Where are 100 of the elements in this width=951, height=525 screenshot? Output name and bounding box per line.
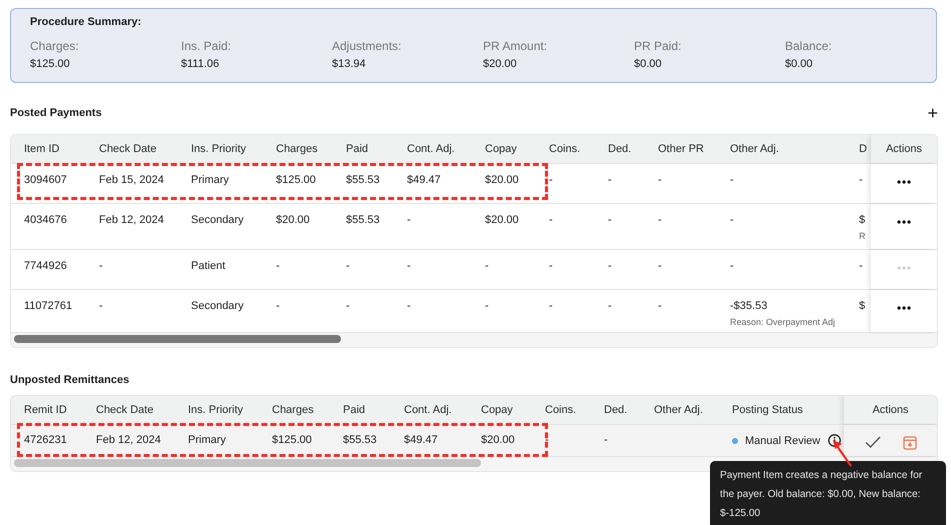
table-cell: - bbox=[658, 260, 662, 272]
more-icon[interactable] bbox=[897, 220, 911, 224]
column-header: Charges bbox=[271, 403, 315, 418]
table-cell: Secondary bbox=[191, 214, 244, 226]
table-cell: $20.00 bbox=[485, 214, 519, 226]
column-header: Actions bbox=[872, 403, 909, 416]
column-header: Ded. bbox=[603, 403, 628, 418]
summary-label: Charges: bbox=[30, 39, 80, 53]
table-cell: - bbox=[276, 300, 280, 312]
arrow-annotation bbox=[831, 438, 855, 468]
column-header: Posting Status bbox=[731, 403, 804, 418]
column-header: Item ID bbox=[23, 142, 60, 157]
column-header: Coins. bbox=[544, 403, 578, 418]
table-cell: - bbox=[859, 174, 863, 186]
summary-label: PR Paid: bbox=[634, 39, 682, 53]
scrollbar[interactable] bbox=[14, 335, 341, 343]
table-cell: Feb 12, 2024 bbox=[99, 214, 164, 226]
table-cell: - bbox=[608, 214, 612, 226]
column-header: Ins. Priority bbox=[187, 403, 244, 418]
table-cell: - bbox=[730, 174, 734, 186]
table-cell: $ bbox=[859, 214, 866, 226]
table-cell: $49.47 bbox=[404, 434, 438, 446]
table-cell: $ bbox=[859, 300, 866, 312]
summary-label: Ins. Paid: bbox=[181, 39, 232, 53]
table-cell: $125.00 bbox=[276, 174, 316, 186]
cell-note: R bbox=[859, 231, 866, 243]
table-cell: - bbox=[346, 300, 350, 312]
table-cell: Primary bbox=[188, 434, 226, 446]
column-header: Ins. Priority bbox=[190, 142, 248, 157]
column-header: Ded. bbox=[607, 142, 632, 157]
table-cell: - bbox=[730, 260, 734, 272]
table-cell: 4726231 bbox=[24, 434, 67, 446]
summary-value: $125.00 bbox=[30, 58, 71, 70]
table-cell: - bbox=[658, 174, 662, 186]
column-header: Coins. bbox=[548, 142, 582, 157]
summary-value: $0.00 bbox=[785, 58, 814, 70]
table-cell: - bbox=[549, 300, 553, 312]
column-header: Actions bbox=[886, 142, 922, 155]
cell-note: Reason: Overpayment Adj bbox=[730, 317, 836, 329]
scrollbar[interactable] bbox=[14, 459, 481, 467]
column-header: Other Adj. bbox=[653, 403, 704, 418]
table-cell: -$35.53 bbox=[730, 300, 768, 312]
section-title: Posted Payments bbox=[10, 107, 102, 119]
table-cell: - bbox=[545, 434, 549, 446]
summary-label: PR Amount: bbox=[483, 39, 548, 53]
table-cell: $55.53 bbox=[346, 214, 380, 226]
table-cell: - bbox=[485, 300, 489, 312]
table-cell: $20.00 bbox=[276, 214, 310, 226]
summary-value: $13.94 bbox=[332, 58, 367, 70]
column-header: Check Date bbox=[98, 142, 158, 157]
column-header: Paid bbox=[345, 142, 370, 157]
table-cell: - bbox=[407, 214, 411, 226]
table-cell: - bbox=[608, 300, 612, 312]
column-header: D bbox=[858, 142, 868, 157]
table-cell: - bbox=[604, 434, 608, 446]
table-cell: $125.00 bbox=[272, 434, 312, 446]
more-icon[interactable] bbox=[897, 306, 911, 310]
tooltip: Payment Item creates a negative balance for the payer. Old balance: $0.00, New balance: $-125.00 bbox=[710, 461, 946, 525]
column-header: Copay bbox=[484, 142, 518, 157]
column-header: Other Adj. bbox=[729, 142, 780, 157]
column-header: Other PR bbox=[657, 142, 705, 157]
summary-title: Procedure Summary: bbox=[30, 16, 142, 28]
table-cell: $20.00 bbox=[485, 174, 519, 186]
table-cell: - bbox=[658, 214, 662, 226]
table-cell: 7744926 bbox=[24, 260, 67, 272]
table-cell: - bbox=[608, 174, 612, 186]
column-header: Paid bbox=[342, 403, 366, 418]
table-cell: $49.47 bbox=[407, 174, 441, 186]
table-cell: Feb 15, 2024 bbox=[99, 174, 164, 186]
status-label: Manual Review bbox=[745, 434, 820, 446]
check-icon[interactable] bbox=[864, 436, 880, 448]
table-cell: - bbox=[658, 300, 662, 312]
table-cell: - bbox=[608, 260, 612, 272]
table-cell: Feb 12, 2024 bbox=[96, 434, 161, 446]
table-cell: 11072761 bbox=[24, 300, 72, 312]
column-header: Cont. Adj. bbox=[406, 142, 456, 157]
table-cell: - bbox=[549, 260, 553, 272]
section-title: Unposted Remittances bbox=[10, 374, 130, 386]
column-header: Charges bbox=[275, 142, 319, 157]
table-cell: - bbox=[276, 260, 280, 272]
add-button[interactable]: + bbox=[927, 105, 938, 121]
table-cell: - bbox=[549, 214, 553, 226]
table-cell: $55.53 bbox=[343, 434, 377, 446]
more-icon[interactable] bbox=[897, 180, 911, 184]
table-cell: - bbox=[99, 260, 103, 272]
table-cell: - bbox=[730, 214, 734, 226]
summary-value: $111.06 bbox=[181, 58, 220, 70]
table-cell: - bbox=[407, 300, 411, 312]
column-header: Remit ID bbox=[23, 403, 68, 418]
table-cell: 3094607 bbox=[24, 174, 67, 186]
table-cell: - bbox=[549, 174, 553, 186]
table-cell: Secondary bbox=[191, 300, 244, 312]
table-cell: - bbox=[346, 260, 350, 272]
summary-value: $0.00 bbox=[634, 58, 663, 70]
summary-value: $20.00 bbox=[483, 58, 518, 70]
archive-icon[interactable] bbox=[902, 436, 916, 450]
table-cell: $55.53 bbox=[346, 174, 380, 186]
column-header: Check Date bbox=[95, 403, 154, 418]
table-cell: $20.00 bbox=[481, 434, 515, 446]
summary-label: Balance: bbox=[785, 39, 833, 53]
